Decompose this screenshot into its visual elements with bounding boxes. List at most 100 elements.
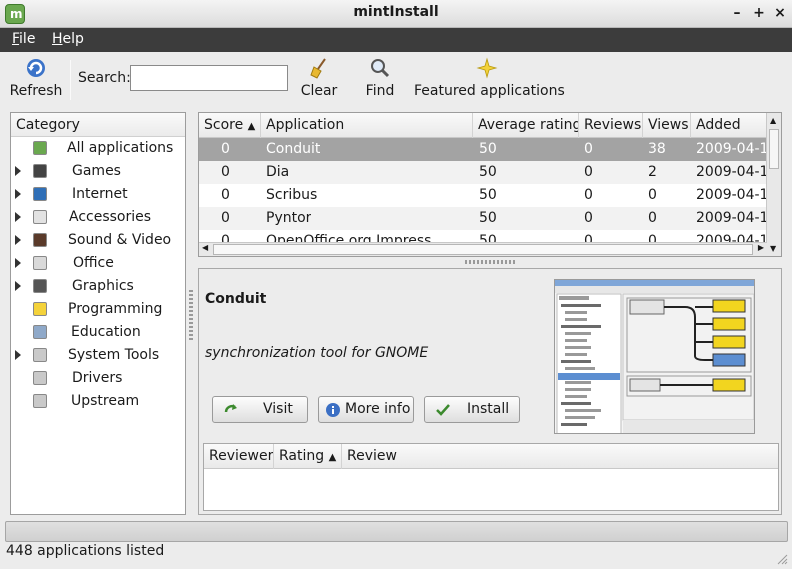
tools-icon <box>33 348 47 362</box>
column-header-score[interactable]: Score ▲ <box>199 113 261 138</box>
column-header-views[interactable]: Views <box>643 113 691 138</box>
cell-application: Scribus <box>266 187 318 203</box>
cell-score: 0 <box>221 187 230 203</box>
toolbar-separator <box>70 60 71 100</box>
expand-arrow-icon[interactable] <box>15 350 21 360</box>
category-label: Games <box>72 163 121 179</box>
category-item-education[interactable]: Education <box>11 321 185 344</box>
menu-help[interactable]: Help <box>52 31 84 47</box>
cell-views: 0 <box>648 210 657 226</box>
toolbar: Refresh Search: Clear Find Featured appl… <box>0 52 792 104</box>
window-title: mintInstall <box>353 4 439 20</box>
category-label: Upstream <box>71 393 140 409</box>
category-item-upstream[interactable]: Upstream <box>11 390 185 413</box>
category-label: Graphics <box>72 278 134 294</box>
info-icon <box>326 403 340 417</box>
cell-reviews: 0 <box>584 164 593 180</box>
table-row[interactable]: 0 Dia 50 0 2 2009-04-15 <box>199 161 767 184</box>
table-row[interactable]: 0 Pyntor 50 0 0 2009-04-15 <box>199 207 767 230</box>
category-item-system-tools[interactable]: System Tools <box>11 344 185 367</box>
search-input[interactable] <box>130 65 288 91</box>
scroll-right-icon[interactable]: ▶ <box>758 243 764 252</box>
menu-file[interactable]: File <box>12 31 35 47</box>
tools-icon <box>33 371 47 385</box>
application-screenshot[interactable] <box>554 279 755 434</box>
column-header-rating[interactable]: Rating ▲ <box>274 444 342 469</box>
category-panel: Category All applications Games Internet Ac… <box>10 112 186 515</box>
refresh-button[interactable]: Refresh <box>6 52 66 104</box>
more-info-button[interactable]: More info <box>318 396 414 423</box>
notepad-icon <box>33 210 47 224</box>
star-icon <box>476 57 498 79</box>
application-list-vertical-scrollbar[interactable]: ▲ ▼ <box>766 113 781 256</box>
expand-arrow-icon[interactable] <box>15 189 21 199</box>
expand-arrow-icon[interactable] <box>15 281 21 291</box>
mint-icon <box>33 141 47 155</box>
visit-button[interactable]: Visit <box>212 396 308 423</box>
pane-splitter-handle[interactable] <box>465 260 515 264</box>
horizontal-scroll-thumb[interactable] <box>213 244 753 255</box>
table-row[interactable]: 0 Conduit 50 0 38 2009-04-14 <box>199 138 767 161</box>
refresh-label: Refresh <box>9 83 63 99</box>
expand-arrow-icon[interactable] <box>15 212 21 222</box>
scroll-left-icon[interactable]: ◀ <box>202 243 208 252</box>
status-text: 448 applications listed <box>6 543 165 559</box>
cell-score: 0 <box>221 164 230 180</box>
category-item-office[interactable]: Office <box>11 252 185 275</box>
category-header[interactable]: Category <box>11 113 185 137</box>
install-button[interactable]: Install <box>424 396 520 423</box>
category-label: Office <box>73 255 114 271</box>
tools-icon <box>33 394 47 408</box>
globe-icon <box>33 187 47 201</box>
category-label: Accessories <box>69 209 152 225</box>
featured-label: Featured applications <box>414 83 565 99</box>
expand-arrow-icon[interactable] <box>15 166 21 176</box>
sort-up-icon: ▲ <box>328 452 337 463</box>
cell-added: 2009-04-15 <box>696 164 766 180</box>
minimize-icon[interactable]: – <box>728 4 746 22</box>
category-item-games[interactable]: Games <box>11 160 185 183</box>
cell-rating: 50 <box>479 210 497 226</box>
category-item-accessories[interactable]: Accessories <box>11 206 185 229</box>
category-item-programming[interactable]: Programming <box>11 298 185 321</box>
category-item-sound-video[interactable]: Sound & Video <box>11 229 185 252</box>
close-icon[interactable]: × <box>771 4 789 22</box>
category-list: All applications Games Internet Accessories… <box>11 137 185 413</box>
cell-views: 2 <box>648 164 657 180</box>
category-item-drivers[interactable]: Drivers <box>11 367 185 390</box>
vertical-scroll-thumb[interactable] <box>769 129 779 169</box>
application-list: Score ▲ Application Average rating Revie… <box>198 112 782 257</box>
window-titlebar[interactable]: m mintInstall – + × <box>0 0 792 28</box>
column-header-average-rating[interactable]: Average rating <box>473 113 579 138</box>
table-row[interactable]: 0 Scribus 50 0 0 2009-04-15 <box>199 184 767 207</box>
scroll-down-icon[interactable]: ▼ <box>770 244 776 253</box>
cell-reviews: 0 <box>584 210 593 226</box>
application-list-horizontal-scrollbar[interactable]: ◀ ▶ <box>199 242 767 256</box>
clear-button[interactable]: Clear <box>296 52 342 104</box>
column-header-added[interactable]: Added <box>691 113 767 138</box>
install-label: Install <box>467 401 510 417</box>
expand-arrow-icon[interactable] <box>15 258 21 268</box>
column-header-reviews[interactable]: Reviews <box>579 113 643 138</box>
resize-grip-icon[interactable] <box>776 553 788 565</box>
education-icon <box>33 325 47 339</box>
maximize-icon[interactable]: + <box>750 4 768 22</box>
side-splitter-handle[interactable] <box>189 290 193 340</box>
column-header-reviewer[interactable]: Reviewer <box>204 444 274 469</box>
expand-arrow-icon[interactable] <box>15 235 21 245</box>
find-button[interactable]: Find <box>360 52 400 104</box>
document-icon <box>33 256 47 270</box>
category-item-internet[interactable]: Internet <box>11 183 185 206</box>
category-item-graphics[interactable]: Graphics <box>11 275 185 298</box>
refresh-icon <box>27 59 45 77</box>
menubar: File Help <box>0 28 792 52</box>
featured-applications-button[interactable]: Featured applications <box>414 52 565 104</box>
cell-views: 0 <box>648 187 657 203</box>
cell-added: 2009-04-15 <box>696 210 766 226</box>
cell-score: 0 <box>221 141 230 157</box>
column-header-review[interactable]: Review <box>342 444 542 469</box>
column-header-application[interactable]: Application <box>261 113 473 138</box>
scroll-up-icon[interactable]: ▲ <box>770 116 776 125</box>
category-label: Internet <box>72 186 128 202</box>
category-item-all-applications[interactable]: All applications <box>11 137 185 160</box>
